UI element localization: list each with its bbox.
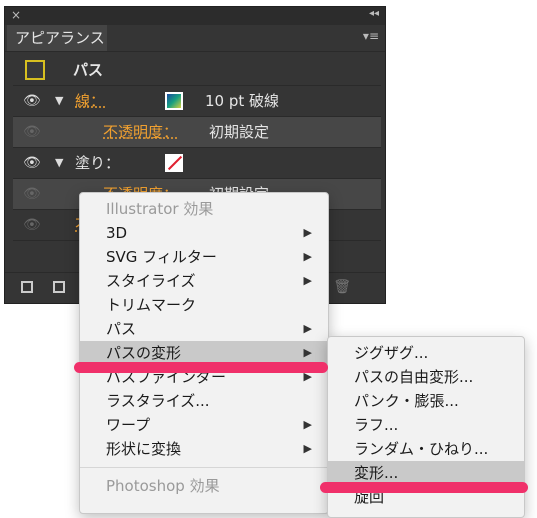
- menu-item-stylize[interactable]: スタイライズ ▶: [80, 269, 328, 293]
- menu-item-label: ワープ: [106, 416, 151, 434]
- submenu-item-pucker-bloat[interactable]: パンク・膨張...: [328, 389, 524, 413]
- menu-item-label: SVG フィルター: [106, 248, 217, 266]
- stroke-opacity-value: 初期設定: [209, 123, 270, 141]
- submenu-arrow-icon: ▶: [303, 322, 312, 335]
- menu-item-svg-filter[interactable]: SVG フィルター ▶: [80, 245, 328, 269]
- submenu-arrow-icon: ▶: [303, 226, 312, 239]
- submenu-item-free-distort[interactable]: パスの自由変形...: [328, 365, 524, 389]
- menu-item-label: スタイライズ: [106, 272, 196, 290]
- highlight-mark: [74, 362, 328, 373]
- menu-item-label: パスの変形: [106, 344, 182, 362]
- collapse-icon[interactable]: ◂◂: [369, 8, 379, 19]
- eye-icon[interactable]: 👁: [23, 210, 41, 240]
- selection-swatch-icon: [25, 60, 45, 80]
- fill-swatch-icon[interactable]: [165, 154, 183, 172]
- menu-header-illustrator: Illustrator 効果: [106, 200, 214, 218]
- eye-icon[interactable]: 👁: [23, 148, 41, 178]
- menu-separator: [80, 467, 328, 468]
- fill-row[interactable]: 👁 ▼ 塗り：: [13, 148, 381, 179]
- path-label: パス: [73, 61, 104, 79]
- submenu-arrow-icon: ▶: [303, 274, 312, 287]
- divider: [5, 51, 385, 52]
- highlight-mark: [320, 482, 528, 493]
- effect-menu: Illustrator 効果 3D ▶ SVG フィルター ▶ スタイライズ ▶ トリ…: [79, 192, 329, 514]
- tab-appearance[interactable]: アピアランス: [7, 25, 107, 51]
- eye-icon[interactable]: 👁: [23, 179, 41, 209]
- stroke-opacity-label[interactable]: 不透明度：: [103, 117, 178, 147]
- submenu-arrow-icon: ▶: [303, 442, 312, 455]
- menu-header-photoshop: Photoshop 効果: [106, 477, 220, 495]
- panel-titlebar: × ◂◂: [5, 7, 385, 25]
- add-fill-icon[interactable]: [53, 281, 65, 293]
- menu-item-label: ラスタライズ...: [106, 392, 210, 410]
- trash-icon[interactable]: 🗑: [333, 279, 351, 295]
- stroke-swatch-icon[interactable]: [165, 92, 183, 110]
- submenu-arrow-icon: ▶: [303, 250, 312, 263]
- add-stroke-icon[interactable]: [21, 281, 33, 293]
- path-row[interactable]: パス: [13, 55, 381, 86]
- panel-menu-icon[interactable]: ▾≡: [363, 29, 379, 43]
- submenu-arrow-icon: ▶: [303, 418, 312, 431]
- stroke-opacity-row[interactable]: 👁 不透明度： 初期設定: [13, 117, 381, 148]
- stroke-value: 10 pt 破線: [205, 92, 280, 110]
- menu-item-3d[interactable]: 3D ▶: [80, 221, 328, 245]
- menu-item-label: 3D: [106, 224, 128, 242]
- menu-item-label: 形状に変換: [106, 440, 182, 458]
- eye-icon[interactable]: 👁: [23, 86, 41, 116]
- eye-icon[interactable]: 👁: [23, 117, 41, 147]
- stroke-row[interactable]: 👁 ▼ 線： 10 pt 破線: [13, 86, 381, 117]
- disclosure-triangle-icon[interactable]: ▼: [55, 86, 63, 116]
- menu-item-convert-to-shape[interactable]: 形状に変換 ▶: [80, 437, 328, 461]
- submenu-item-roughen[interactable]: ラフ...: [328, 413, 524, 437]
- menu-item-path[interactable]: パス ▶: [80, 317, 328, 341]
- menu-item-label: トリムマーク: [106, 296, 197, 314]
- stroke-label[interactable]: 線：: [75, 86, 105, 116]
- menu-item-trim-marks[interactable]: トリムマーク: [80, 293, 328, 317]
- menu-item-label: パス: [106, 320, 137, 338]
- menu-item-warp[interactable]: ワープ ▶: [80, 413, 328, 437]
- submenu-item-tweak[interactable]: ランダム・ひねり...: [328, 437, 524, 461]
- submenu-item-zigzag[interactable]: ジグザグ...: [328, 341, 524, 365]
- menu-item-rasterize[interactable]: ラスタライズ...: [80, 389, 328, 413]
- disclosure-triangle-icon[interactable]: ▼: [55, 148, 63, 178]
- close-icon[interactable]: ×: [11, 8, 21, 22]
- fill-label: 塗り：: [75, 154, 121, 172]
